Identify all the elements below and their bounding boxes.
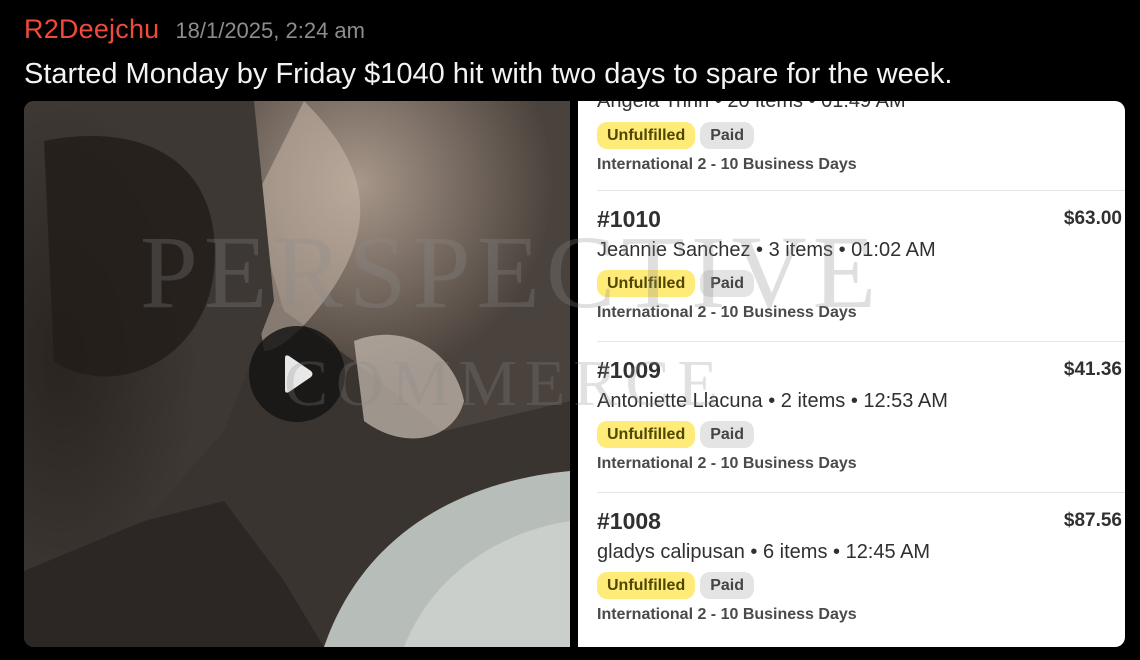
paid-badge: Paid: [700, 421, 755, 448]
order-meta-partial: Angela Trinh • 20 items • 01:49 AM: [597, 101, 906, 112]
shipping-method: International 2 - 10 Business Days: [597, 455, 857, 472]
order-number: #1009: [597, 357, 661, 383]
order-number: #1010: [597, 206, 661, 232]
message-timestamp: 18/1/2025, 2:24 am: [175, 18, 365, 43]
order-row[interactable]: #1010 $63.00 Jeannie Sanchez • 3 items •…: [597, 206, 1122, 357]
shipping-method: International 2 - 10 Business Days: [597, 156, 857, 173]
order-number: #1008: [597, 508, 661, 534]
divider: [597, 492, 1125, 493]
shipping-method: International 2 - 10 Business Days: [597, 304, 857, 321]
order-badges: Unfulfilled Paid: [597, 270, 755, 297]
paid-badge: Paid: [700, 270, 755, 297]
order-meta: gladys calipusan • 6 items • 12:45 AM: [597, 541, 931, 563]
order-row[interactable]: #1008 $87.56 gladys calipusan • 6 items …: [597, 508, 1122, 647]
play-button[interactable]: [249, 326, 345, 422]
order-badges-partial: Unfulfilled Paid: [597, 122, 755, 149]
divider: [597, 341, 1125, 342]
unfulfilled-badge: Unfulfilled: [597, 270, 696, 297]
shipping-method: International 2 - 10 Business Days: [597, 606, 857, 623]
order-row[interactable]: #1009 $41.36 Antoniette Llacuna • 2 item…: [597, 357, 1122, 508]
video-attachment[interactable]: [24, 101, 570, 647]
paid-badge: Paid: [700, 122, 755, 149]
author-name[interactable]: R2Deejchu: [24, 14, 159, 45]
chat-message: R2Deejchu 18/1/2025, 2:24 am Started Mon…: [0, 0, 1140, 660]
play-icon: [285, 355, 313, 393]
divider: [597, 190, 1125, 191]
message-attachments: Angela Trinh • 20 items • 01:49 AM Unful…: [24, 101, 1125, 647]
message-header: R2Deejchu 18/1/2025, 2:24 am: [24, 14, 365, 45]
order-total: $63.00: [1063, 208, 1122, 229]
order-badges: Unfulfilled Paid: [597, 421, 755, 448]
unfulfilled-badge: Unfulfilled: [597, 421, 696, 448]
paid-badge: Paid: [700, 572, 755, 599]
order-meta: Antoniette Llacuna • 2 items • 12:53 AM: [597, 390, 948, 412]
order-total: $87.56: [1063, 510, 1122, 531]
unfulfilled-badge: Unfulfilled: [597, 122, 696, 149]
orders-screenshot[interactable]: Angela Trinh • 20 items • 01:49 AM Unful…: [578, 101, 1125, 647]
order-badges: Unfulfilled Paid: [597, 572, 755, 599]
unfulfilled-badge: Unfulfilled: [597, 572, 696, 599]
order-total: $41.36: [1063, 359, 1122, 380]
message-text: Started Monday by Friday $1040 hit with …: [24, 58, 953, 90]
order-meta: Jeannie Sanchez • 3 items • 01:02 AM: [597, 239, 936, 261]
